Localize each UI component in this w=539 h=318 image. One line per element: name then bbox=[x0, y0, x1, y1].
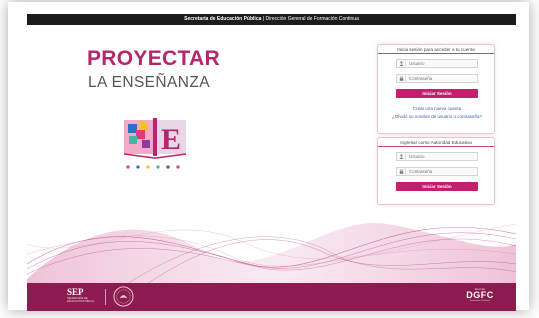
dot-4 bbox=[156, 165, 160, 169]
username-field[interactable] bbox=[396, 59, 478, 68]
sep-logo[interactable]: SEP SECRETARÍA DE EDUCACIÓN PÚBLICA bbox=[67, 287, 97, 303]
sep-sublabel: SECRETARÍA DE EDUCACIÓN PÚBLICA bbox=[67, 297, 95, 303]
username-input[interactable] bbox=[406, 61, 476, 66]
forgot-credentials-link[interactable]: ¿Olvidó su nombre de usuario o contraseñ… bbox=[378, 114, 496, 119]
top-bar: Secretaría de Educación Pública | Direcc… bbox=[27, 14, 516, 25]
dot-5 bbox=[166, 165, 170, 169]
sep-label: SEP bbox=[67, 287, 84, 297]
authority-password-field[interactable] bbox=[396, 167, 478, 176]
national-seal-icon bbox=[113, 286, 134, 307]
footer-divider bbox=[105, 289, 106, 305]
dot-1 bbox=[126, 165, 130, 169]
dot-2 bbox=[136, 165, 140, 169]
footer: SEP SECRETARÍA DE EDUCACIÓN PÚBLICA Dire… bbox=[27, 283, 516, 311]
book-spine bbox=[153, 118, 157, 156]
book-square-teal bbox=[129, 136, 137, 144]
book-square-purple bbox=[142, 140, 150, 148]
top-bar-org: Secretaría de Educación Pública bbox=[184, 16, 262, 22]
lock-icon bbox=[397, 168, 406, 175]
lock-icon bbox=[397, 75, 406, 82]
user-icon bbox=[397, 153, 406, 160]
dot-3 bbox=[146, 165, 150, 169]
dot-6 bbox=[176, 165, 180, 169]
dgfc-logo[interactable]: Dirección DGFC Formación Continua bbox=[465, 288, 495, 306]
book-square-blue bbox=[128, 124, 137, 133]
dgfc-bottom-label: Formación Continua bbox=[470, 300, 490, 302]
login-panel-heading: Inicia sesión para acceder a tu cuenta bbox=[378, 45, 494, 54]
dgfc-label: DGFC bbox=[466, 290, 494, 300]
logo-title: PROYECTAR bbox=[87, 47, 220, 70]
book-square-yellow bbox=[140, 122, 148, 130]
password-input[interactable] bbox=[406, 76, 476, 81]
authority-password-input[interactable] bbox=[406, 169, 476, 174]
user-icon bbox=[397, 60, 406, 67]
logo-subtitle: LA ENSEÑANZA bbox=[88, 74, 210, 91]
page: Secretaría de Educación Pública | Direcc… bbox=[27, 14, 516, 311]
create-account-link[interactable]: Crear una nueva cuenta bbox=[378, 106, 496, 111]
top-bar-department: Dirección General de Formación Continua bbox=[265, 16, 359, 22]
decorative-waves bbox=[27, 223, 516, 284]
login-submit-button[interactable]: Iniciar Sesión bbox=[396, 89, 478, 98]
authority-panel-heading: Ingresar como Autoridad Educativa bbox=[378, 138, 494, 147]
password-field[interactable] bbox=[396, 74, 478, 83]
book-logo-icon: E bbox=[123, 118, 187, 169]
authority-username-field[interactable] bbox=[396, 152, 478, 161]
book-letter: E bbox=[161, 123, 181, 156]
book-square-pink bbox=[136, 130, 145, 139]
authority-username-input[interactable] bbox=[406, 154, 476, 159]
login-panel: Inicia sesión para acceder a tu cuenta I… bbox=[377, 44, 495, 134]
